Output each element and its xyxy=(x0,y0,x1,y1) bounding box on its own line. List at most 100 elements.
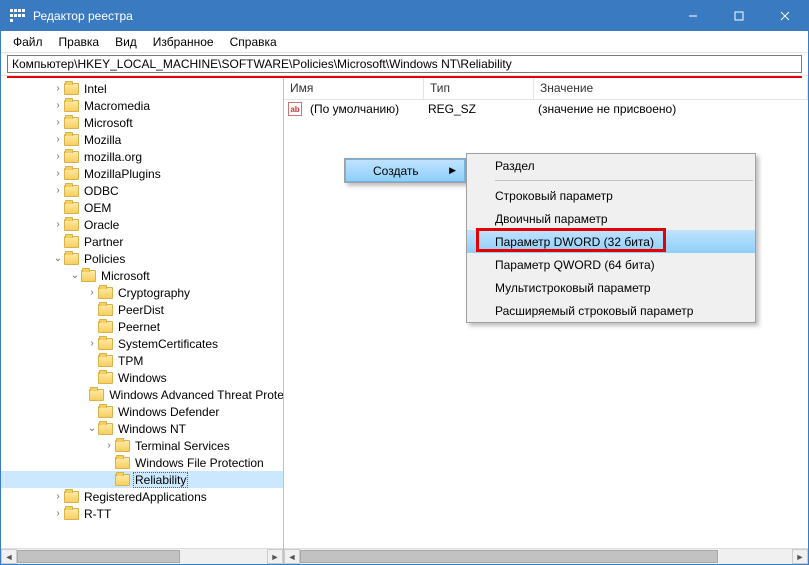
folder-icon xyxy=(64,100,79,112)
submenu-item[interactable]: Параметр DWORD (32 бита) xyxy=(467,230,755,253)
folder-icon xyxy=(64,83,79,95)
close-button[interactable] xyxy=(762,1,808,31)
tree-item[interactable]: ›Macromedia xyxy=(1,97,283,114)
list-row[interactable]: ab (По умолчанию) REG_SZ (значение не пр… xyxy=(284,100,808,118)
chevron-right-icon[interactable]: › xyxy=(52,151,64,162)
scroll-left-icon[interactable]: ◄ xyxy=(1,549,17,564)
tree-item-label: Reliability xyxy=(133,472,188,488)
tree-item[interactable]: ›OEM xyxy=(1,199,283,216)
folder-icon xyxy=(64,151,79,163)
tree-item[interactable]: ›ODBC xyxy=(1,182,283,199)
chevron-right-icon[interactable]: › xyxy=(52,219,64,230)
submenu-item[interactable]: Двоичный параметр xyxy=(467,207,755,230)
tree-item[interactable]: › RegisteredApplications xyxy=(1,488,283,505)
tree-item[interactable]: › Terminal Services xyxy=(1,437,283,454)
menu-view[interactable]: Вид xyxy=(107,33,145,51)
cm-create[interactable]: Создать ▶ xyxy=(345,159,465,182)
chevron-right-icon[interactable]: › xyxy=(103,440,115,451)
minimize-button[interactable] xyxy=(670,1,716,31)
tree-item-label: R-TT xyxy=(82,507,113,521)
submenu-item[interactable]: Строковый параметр xyxy=(467,184,755,207)
addressbar: Компьютер\HKEY_LOCAL_MACHINE\SOFTWARE\Po… xyxy=(1,53,808,76)
folder-icon xyxy=(115,474,130,486)
menubar: Файл Правка Вид Избранное Справка xyxy=(1,31,808,53)
value-data: (значение не присвоено) xyxy=(532,102,682,116)
menu-edit[interactable]: Правка xyxy=(51,33,108,51)
chevron-right-icon[interactable]: › xyxy=(52,168,64,179)
folder-icon xyxy=(64,134,79,146)
tree-item[interactable]: › MozillaPlugins xyxy=(1,165,283,182)
menu-separator xyxy=(495,180,753,181)
tree-item[interactable]: ›Windows File Protection xyxy=(1,454,283,471)
tree-item[interactable]: ›Cryptography xyxy=(1,284,283,301)
tree-item[interactable]: ›Intel xyxy=(1,80,283,97)
maximize-button[interactable] xyxy=(716,1,762,31)
menu-file[interactable]: Файл xyxy=(5,33,51,51)
chevron-down-icon[interactable]: ⌄ xyxy=(69,270,81,281)
tree-item[interactable]: ›TPM xyxy=(1,352,283,369)
scroll-right-icon[interactable]: ► xyxy=(792,549,808,564)
menu-help[interactable]: Справка xyxy=(222,33,285,51)
chevron-down-icon[interactable]: ⌄ xyxy=(52,253,64,264)
tree-item[interactable]: ›Partner xyxy=(1,233,283,250)
chevron-right-icon[interactable]: › xyxy=(52,185,64,196)
folder-icon xyxy=(98,355,113,367)
tree-item[interactable]: ⌄Microsoft xyxy=(1,267,283,284)
folder-icon xyxy=(64,168,79,180)
chevron-right-icon[interactable]: › xyxy=(86,338,98,349)
col-type[interactable]: Тип xyxy=(424,78,534,99)
tree-item-label: MozillaPlugins xyxy=(82,167,163,181)
scroll-left-icon[interactable]: ◄ xyxy=(284,549,300,564)
window-title: Редактор реестра xyxy=(33,9,670,23)
tree-item-label: RegisteredApplications xyxy=(82,490,209,504)
tree-item-label: Windows Advanced Threat Protection xyxy=(107,388,283,402)
tree-item[interactable]: ›Windows xyxy=(1,369,283,386)
folder-icon xyxy=(98,321,113,333)
tree-item-label: Oracle xyxy=(82,218,121,232)
tree-item[interactable]: › R-TT xyxy=(1,505,283,522)
value-name: (По умолчанию) xyxy=(304,102,422,116)
tree-hscroll[interactable]: ◄ ► xyxy=(1,548,283,564)
tree-item[interactable]: ›PeerDist xyxy=(1,301,283,318)
chevron-right-icon[interactable]: › xyxy=(52,491,64,502)
submenu-item[interactable]: Расширяемый строковый параметр xyxy=(467,299,755,322)
tree-item[interactable]: ›mozilla.org xyxy=(1,148,283,165)
chevron-right-icon[interactable]: › xyxy=(52,100,64,111)
context-menu: Создать ▶ xyxy=(344,158,466,183)
tree-item[interactable]: ›Peernet xyxy=(1,318,283,335)
address-input[interactable]: Компьютер\HKEY_LOCAL_MACHINE\SOFTWARE\Po… xyxy=(7,55,802,73)
folder-icon xyxy=(98,423,113,435)
tree-item-label: Terminal Services xyxy=(133,439,232,453)
submenu-item[interactable]: Параметр QWORD (64 бита) xyxy=(467,253,755,276)
tree-item-label: Mozilla xyxy=(82,133,123,147)
chevron-down-icon[interactable]: ⌄ xyxy=(86,423,98,434)
tree-item[interactable]: ›Reliability xyxy=(1,471,283,488)
chevron-right-icon[interactable]: › xyxy=(52,83,64,94)
tree-item[interactable]: › Oracle xyxy=(1,216,283,233)
submenu-item[interactable]: Раздел xyxy=(467,154,755,177)
folder-icon xyxy=(64,219,79,231)
tree-item[interactable]: › Microsoft xyxy=(1,114,283,131)
folder-icon xyxy=(64,236,79,248)
scroll-right-icon[interactable]: ► xyxy=(267,549,283,564)
chevron-right-icon[interactable]: › xyxy=(86,287,98,298)
tree-item[interactable]: ⌄Policies xyxy=(1,250,283,267)
tree-item[interactable]: ›SystemCertificates xyxy=(1,335,283,352)
col-value[interactable]: Значение xyxy=(534,78,808,99)
menu-favorites[interactable]: Избранное xyxy=(145,33,222,51)
tree-item[interactable]: › Mozilla xyxy=(1,131,283,148)
chevron-right-icon[interactable]: › xyxy=(52,117,64,128)
submenu-item[interactable]: Мультистроковый параметр xyxy=(467,276,755,299)
tree-item[interactable]: ›Windows Advanced Threat Protection xyxy=(1,386,283,403)
submenu-create: Раздел Строковый параметрДвоичный парамет… xyxy=(466,153,756,323)
tree-item[interactable]: ⌄Windows NT xyxy=(1,420,283,437)
list-hscroll[interactable]: ◄ ► xyxy=(284,548,808,564)
folder-icon xyxy=(64,202,79,214)
chevron-right-icon[interactable]: › xyxy=(52,508,64,519)
tree-item[interactable]: ›Windows Defender xyxy=(1,403,283,420)
tree-item-label: PeerDist xyxy=(116,303,166,317)
folder-icon xyxy=(115,457,130,469)
col-name[interactable]: Имя xyxy=(284,78,424,99)
tree-item-label: Microsoft xyxy=(82,116,135,130)
chevron-right-icon[interactable]: › xyxy=(52,134,64,145)
